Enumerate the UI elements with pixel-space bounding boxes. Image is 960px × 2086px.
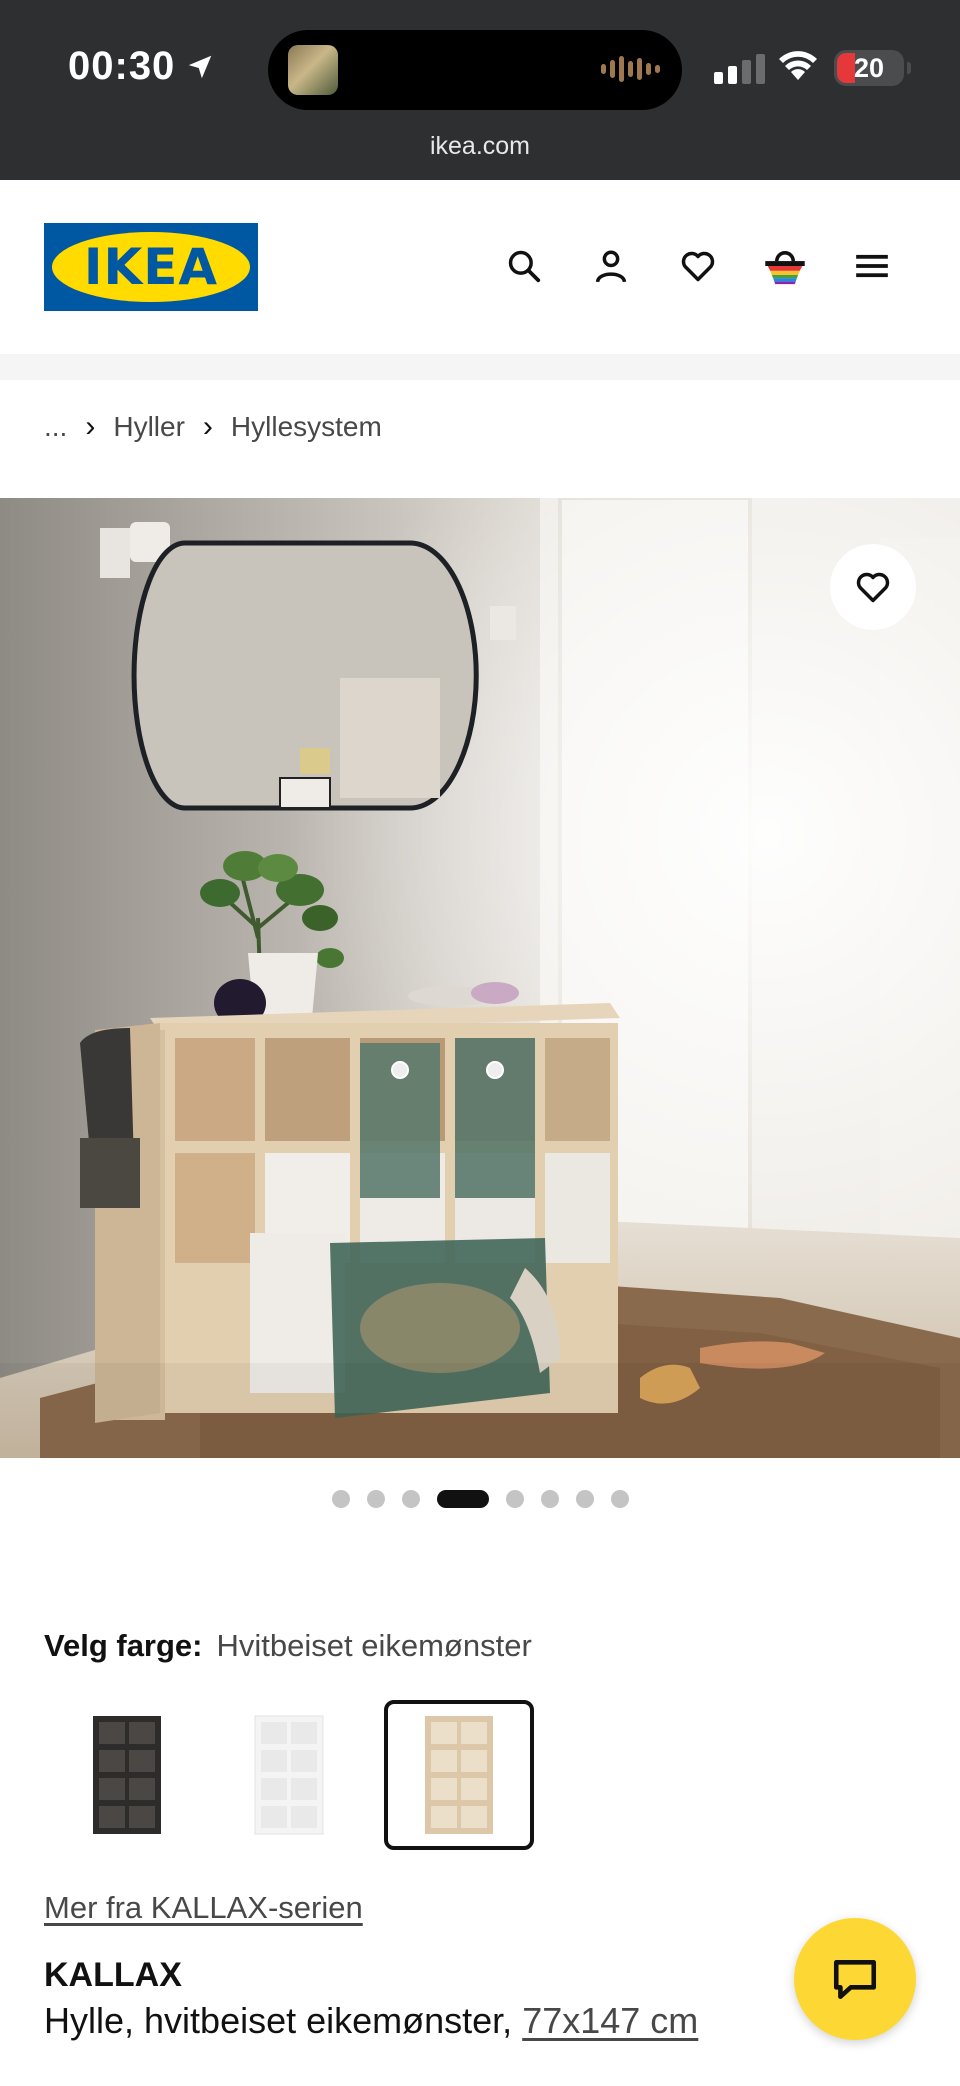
ikea-logo[interactable]: IKEA <box>44 223 258 311</box>
carousel-dot[interactable] <box>610 1490 629 1508</box>
breadcrumb: ... › Hyller › Hyllesystem <box>44 410 382 444</box>
product-description-text: Hylle, hvitbeiset eikemønster, <box>44 2000 523 2041</box>
chevron-right-icon: › <box>202 410 213 443</box>
breadcrumb-item-hyllesystem[interactable]: Hyllesystem <box>231 411 382 443</box>
color-label-title: Velg farge: <box>44 1628 203 1663</box>
color-option-white[interactable] <box>214 1700 364 1850</box>
audio-wave-icon <box>601 56 660 82</box>
profile-icon[interactable] <box>587 242 635 290</box>
header-divider <box>0 354 960 380</box>
status-time: 00:30 <box>68 44 215 89</box>
site-header: IKEA <box>0 180 960 354</box>
breadcrumb-ellipsis[interactable]: ... <box>44 411 67 443</box>
battery-indicator: 20 <box>834 50 911 86</box>
save-to-favourites-button[interactable] <box>830 544 916 630</box>
carousel-dot[interactable] <box>436 1490 489 1508</box>
product-name: KALLAX <box>44 1956 182 1994</box>
carousel-dot[interactable] <box>331 1490 350 1508</box>
now-playing-thumbnail <box>288 45 338 95</box>
basket-icon[interactable] <box>761 242 809 290</box>
battery-level: 20 <box>853 53 885 83</box>
chat-icon <box>833 1960 877 1999</box>
color-picker-label: Velg farge: Hvitbeiset eikemønster <box>44 1628 532 1664</box>
product-size-link[interactable]: 77x147 cm <box>522 2000 698 2041</box>
chevron-right-icon: › <box>85 410 96 443</box>
cellular-signal-icon <box>714 52 765 84</box>
shelf-white-thumbnail <box>254 1715 324 1835</box>
carousel-dot[interactable] <box>366 1490 385 1508</box>
heart-icon[interactable] <box>674 242 722 290</box>
location-arrow-icon <box>189 55 212 78</box>
series-link[interactable]: Mer fra KALLAX-serien <box>44 1890 363 1926</box>
url-bar[interactable]: ikea.com <box>0 132 960 161</box>
carousel-pagination <box>0 1490 960 1508</box>
time-text: 00:30 <box>68 44 176 88</box>
selected-color-value: Hvitbeiset eikemønster <box>216 1628 532 1663</box>
color-option-white-stained-oak[interactable] <box>384 1700 534 1850</box>
carousel-dot[interactable] <box>575 1490 594 1508</box>
product-image[interactable] <box>0 498 960 1458</box>
product-description: Hylle, hvitbeiset eikemønster, 77x147 cm <box>44 2000 698 2042</box>
search-icon[interactable] <box>500 242 548 290</box>
shelf-black-brown-thumbnail <box>93 1716 161 1834</box>
dynamic-island <box>268 30 682 110</box>
product-photo <box>0 498 960 1458</box>
menu-icon[interactable] <box>848 242 896 290</box>
logo-text: IKEA <box>83 238 219 296</box>
carousel-dot[interactable] <box>401 1490 420 1508</box>
carousel-dot[interactable] <box>505 1490 524 1508</box>
shelf-oak-thumbnail <box>425 1716 493 1834</box>
heart-icon <box>856 572 890 603</box>
breadcrumb-item-hyller[interactable]: Hyller <box>113 411 185 443</box>
wifi-icon <box>779 51 817 80</box>
chat-button[interactable] <box>794 1918 916 2040</box>
status-bar: 00:30 20 ikea.com <box>0 0 960 180</box>
carousel-dot[interactable] <box>540 1490 559 1508</box>
color-option-black-brown[interactable] <box>52 1700 202 1850</box>
